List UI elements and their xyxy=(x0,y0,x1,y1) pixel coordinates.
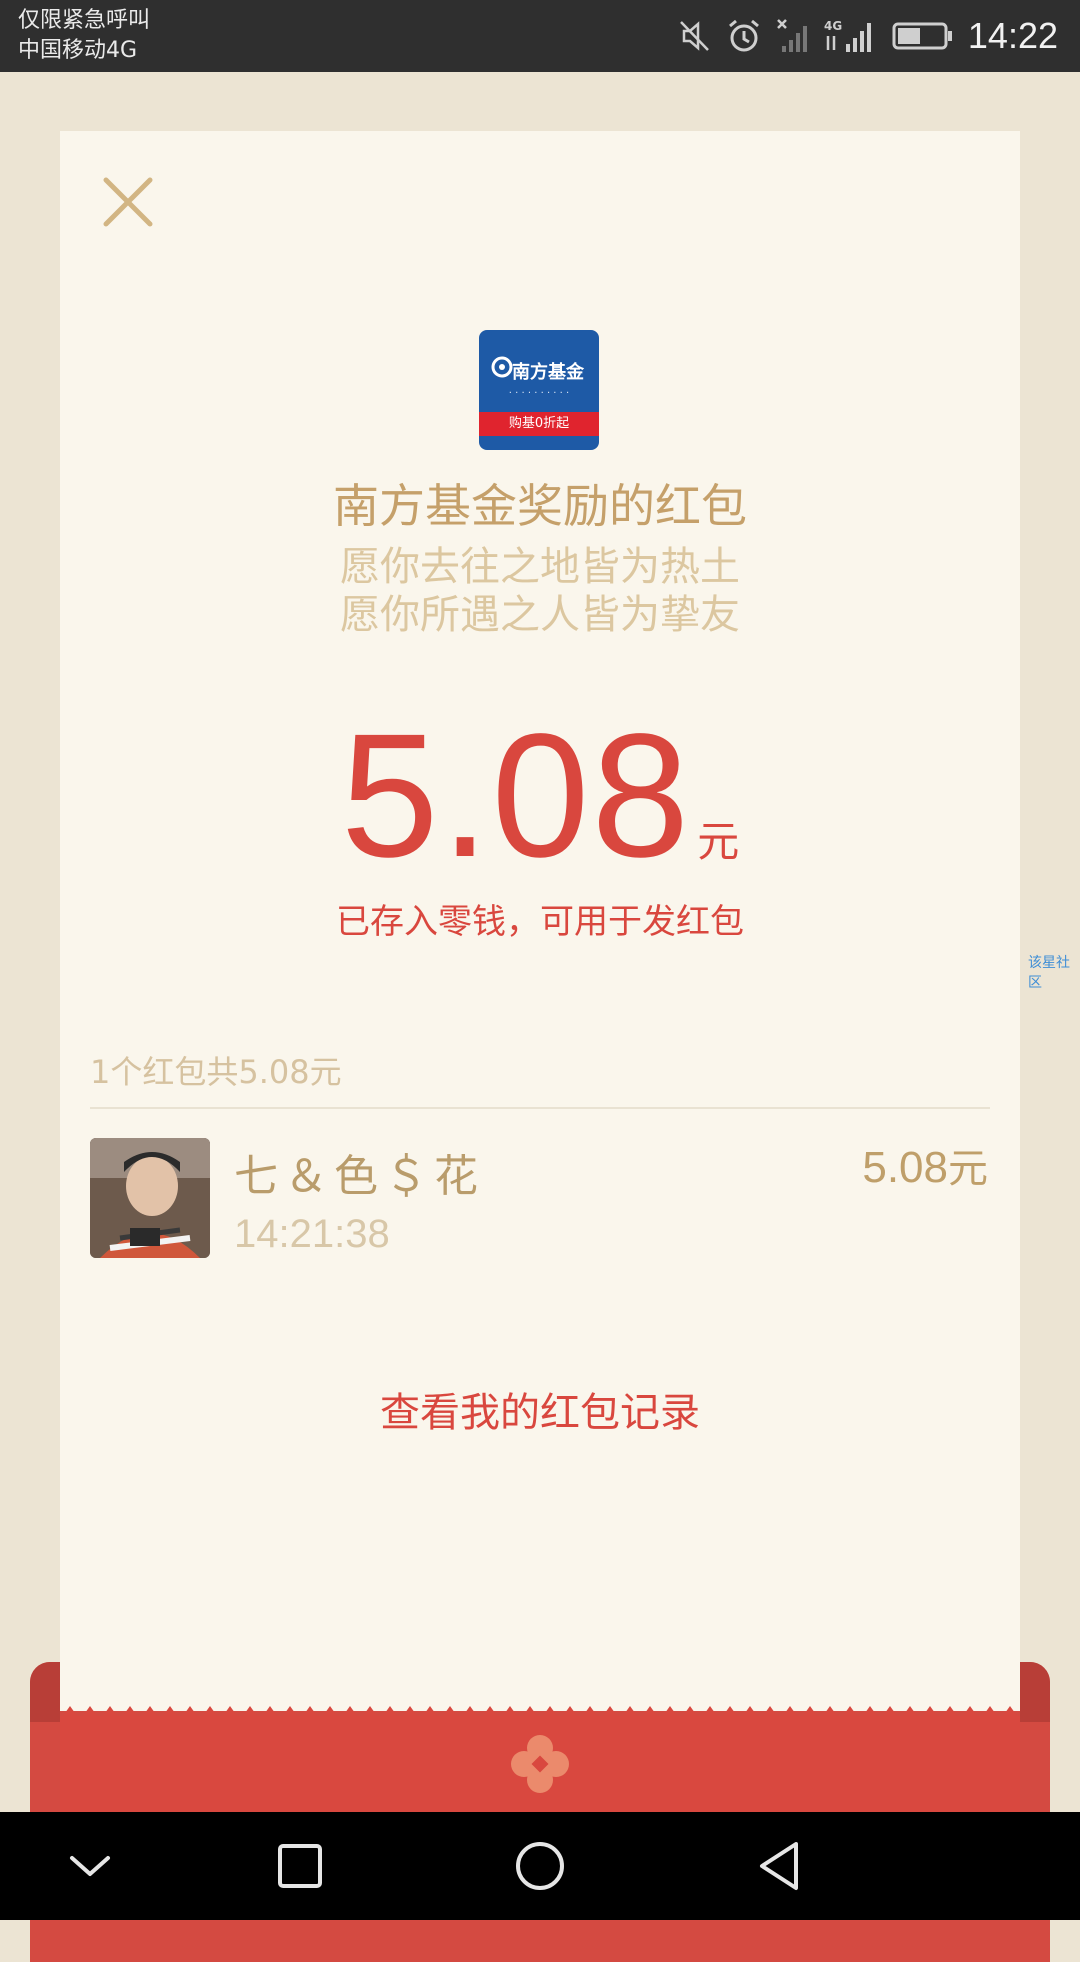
carrier-info: 仅限紧急呼叫 中国移动4G xyxy=(18,6,150,66)
carrier-text: 中国移动4G xyxy=(18,38,138,63)
4g-signal-icon: 4G xyxy=(824,19,871,52)
record-time: 14:21:38 xyxy=(234,1212,390,1256)
view-records-link[interactable]: 查看我的红包记录 xyxy=(0,1380,1080,1438)
record-amount-value: 5.08 xyxy=(862,1143,948,1192)
navigation-bar xyxy=(0,1812,1080,1920)
circle-home-icon[interactable] xyxy=(508,1834,572,1898)
sender-logo: 南方基金 · · · · · · · · · · 购基0折起 xyxy=(479,330,599,450)
no-signal-icon xyxy=(777,19,807,52)
logo-tagline: · · · · · · · · · · xyxy=(508,388,570,399)
logo-brand: 南方基金 xyxy=(512,362,584,383)
flower-icon xyxy=(511,1735,569,1793)
mute-icon xyxy=(680,21,709,51)
sender-title: 南方基金奖励的红包 xyxy=(333,479,747,533)
side-community-link[interactable]: 该星社区 xyxy=(1028,952,1080,992)
record-amount: 5.08元 xyxy=(862,1136,988,1194)
pocket-left-edge xyxy=(30,1662,60,1722)
triangle-back-icon[interactable] xyxy=(748,1834,812,1898)
amount-display: 5.08 元 xyxy=(0,708,1080,884)
battery-icon xyxy=(892,22,952,50)
logo-ribbon: 购基0折起 xyxy=(479,412,599,436)
record-amount-unit: 元 xyxy=(948,1147,988,1191)
avatar-photo xyxy=(90,1138,210,1258)
pocket-right-edge xyxy=(1020,1662,1050,1722)
alarm-icon xyxy=(728,19,759,52)
status-bar: 仅限紧急呼叫 中国移动4G 4G 14:22 xyxy=(0,0,1080,72)
svg-text:4G: 4G xyxy=(824,19,842,33)
amount-value: 5.08 xyxy=(340,698,692,894)
packet-summary: 1个红包共5.08元 xyxy=(90,1053,342,1091)
blessing-line-2: 愿你所遇之人皆为挚友 xyxy=(340,592,740,638)
record-name: 七＆色＄花 xyxy=(234,1151,484,1202)
emergency-call-text: 仅限紧急呼叫 xyxy=(18,8,151,33)
divider xyxy=(90,1107,990,1109)
square-recent-icon[interactable] xyxy=(268,1834,332,1898)
avatar[interactable] xyxy=(90,1138,210,1258)
status-icons: 4G 14:22 xyxy=(678,10,1058,62)
amount-unit: 元 xyxy=(697,817,740,866)
clock: 14:22 xyxy=(967,15,1058,56)
saved-note[interactable]: 已存入零钱，可用于发红包 xyxy=(0,894,1080,943)
close-icon[interactable] xyxy=(96,170,160,234)
chevron-down-icon[interactable] xyxy=(58,1834,122,1898)
